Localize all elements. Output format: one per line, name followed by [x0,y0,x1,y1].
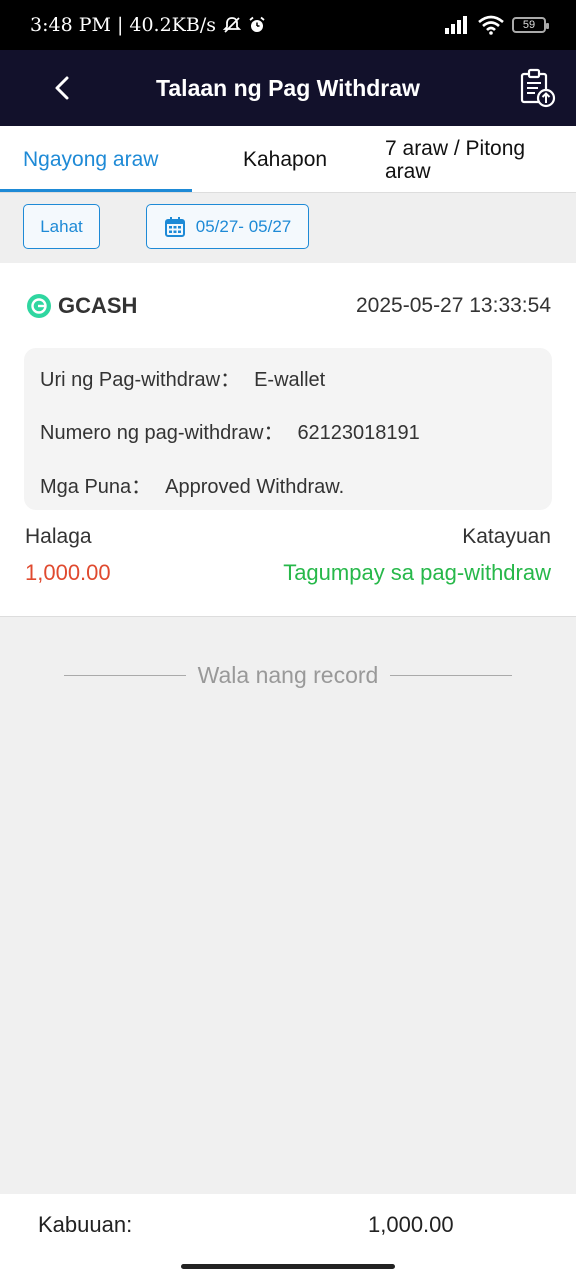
amount-label: Halaga [25,525,92,548]
date-range-label: 05/27- 05/27 [195,216,292,236]
alarm-icon [249,16,265,32]
app-header: Talaan ng Pag Withdraw [0,50,576,126]
remarks-row: Mga Puna： Approved Withdraw. [40,470,344,499]
all-filter-label: Lahat [40,216,83,236]
all-filter-button[interactable]: Lahat [23,204,100,249]
battery-icon: 59 [512,17,549,33]
total-footer: Kabuuan: 1,000.00 [0,1194,576,1280]
home-indicator[interactable] [181,1264,395,1269]
no-more-records: Wala nang record [64,658,512,692]
status-speed: 40.2KB/s [129,14,216,36]
back-arrow-icon [55,76,69,100]
back-button[interactable] [44,70,80,106]
signal-icon [445,16,467,34]
withdraw-type-label: Uri ng Pag-withdraw： [40,369,241,391]
remarks-value: Approved Withdraw. [165,476,345,498]
remarks-label: Mga Puna： [40,476,152,498]
filter-bar: Lahat 05/27- 05/27 [0,193,576,263]
wifi-icon [478,15,504,35]
withdraw-number-label: Numero ng pag-withdraw： [40,422,284,444]
clipboard-upload-button[interactable] [518,68,556,108]
mute-icon [222,17,242,33]
record-datetime: 2025-05-27 13:33:54 [356,294,551,317]
divider-line [64,674,186,676]
status-value: Tagumpay sa pag-withdraw [283,560,551,585]
tab-seven-days[interactable]: 7 araw / Pitong araw [385,126,565,193]
withdraw-record-card[interactable]: GCASH 2025-05-27 13:33:54 Uri ng Pag-wit… [0,263,576,617]
provider: GCASH [26,293,137,319]
no-more-records-text: Wala nang record [197,661,379,688]
provider-name: GCASH [58,293,138,318]
gcash-logo-icon [27,294,51,318]
date-range-button[interactable]: 05/27- 05/27 [146,204,309,249]
withdraw-type-value: E-wallet [254,369,326,391]
status-bar: 3:48 PM | 40.2KB/s 59 [0,0,576,50]
withdraw-number-value: 62123018191 [297,422,420,444]
total-label: Kabuuan: [38,1212,133,1237]
record-details: Uri ng Pag-withdraw： E-wallet Numero ng p… [24,348,552,510]
tab-yesterday[interactable]: Kahapon [243,126,327,193]
status-label: Katayuan [462,525,551,548]
battery-level: 59 [522,19,536,31]
period-tabs: Ngayong araw Kahapon 7 araw / Pitong ara… [0,126,576,193]
page-title: Talaan ng Pag Withdraw [156,74,420,101]
total-value: 1,000.00 [368,1212,454,1237]
active-tab-indicator [0,189,192,192]
amount-value: 1,000.00 [25,560,111,585]
calendar-icon [164,216,185,237]
status-separator: | [116,14,124,36]
withdraw-type-row: Uri ng Pag-withdraw： E-wallet [40,363,325,392]
tab-today[interactable]: Ngayong araw [23,126,158,193]
status-time: 3:48 PM [30,14,111,36]
divider-line [390,674,512,676]
withdraw-number-row: Numero ng pag-withdraw： 62123018191 [40,416,420,445]
clipboard-upload-icon [520,68,556,108]
